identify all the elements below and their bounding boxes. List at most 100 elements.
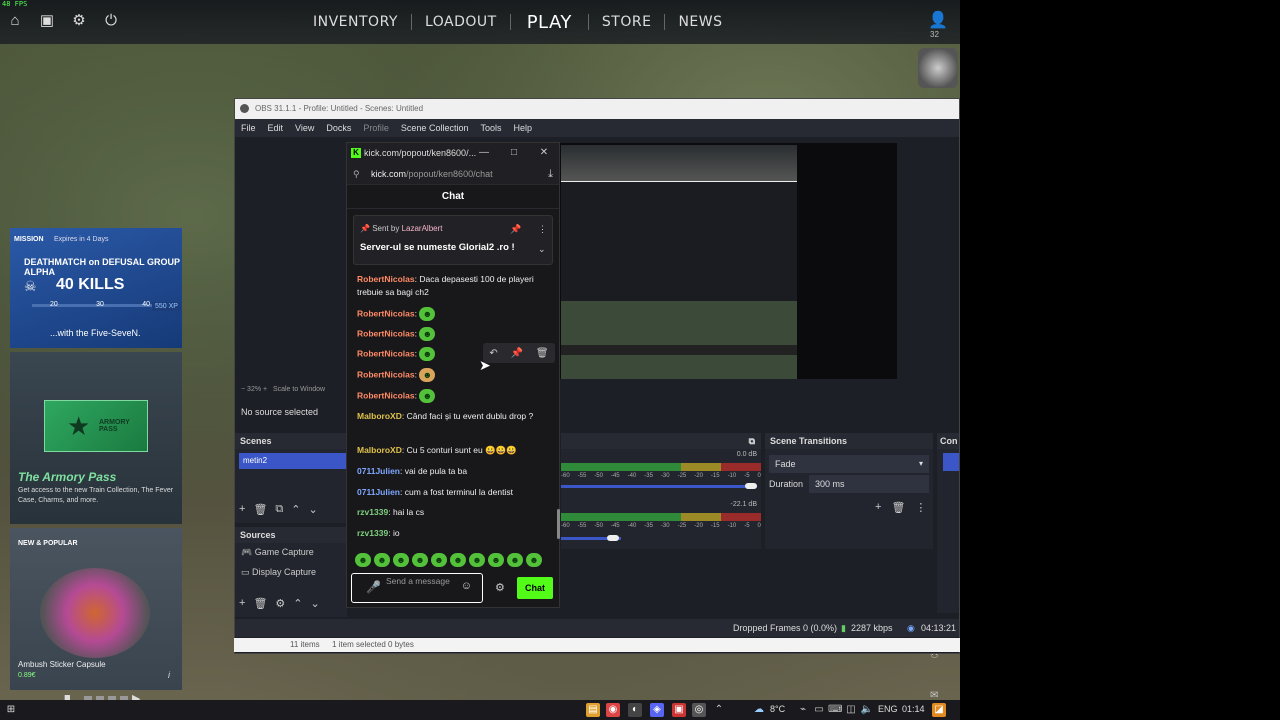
tray-icon[interactable]: ⌁: [796, 703, 810, 717]
trash-icon[interactable]: 🗑: [536, 348, 549, 359]
download-icon[interactable]: ⤓: [548, 163, 553, 185]
chat-input[interactable]: 🎤 Send a message ☺: [351, 573, 483, 603]
nav-loadout[interactable]: LOADOUT: [412, 14, 510, 30]
emote-icon[interactable]: ☻: [355, 553, 371, 567]
chat-message[interactable]: MalboroXD: Cu 5 conturi sunt eu 😀😀😀: [357, 444, 553, 457]
trash-icon[interactable]: 🗑: [253, 597, 267, 610]
chat-username[interactable]: 0711Julien: [357, 487, 400, 497]
source-game-capture[interactable]: 🎮 Game Capture: [241, 547, 314, 558]
close-icon[interactable]: ✕: [537, 143, 551, 163]
chat-settings-icon[interactable]: ⚙: [495, 581, 505, 594]
start-icon[interactable]: ⊞: [4, 703, 18, 717]
up-icon[interactable]: ⌃: [291, 503, 300, 516]
chat-message[interactable]: RobertNicolas: ☻: [357, 368, 553, 382]
menu-docks[interactable]: Docks: [320, 123, 357, 133]
chat-username[interactable]: MalboroXD: [357, 445, 402, 455]
menu-profile[interactable]: Profile: [357, 123, 395, 133]
explorer-icon[interactable]: ▤: [586, 703, 600, 717]
pinned-message[interactable]: 📌 Sent by LazarAlbert 📌 ⋮ Server-ul se n…: [353, 215, 553, 265]
duration-input[interactable]: 300 ms: [809, 475, 929, 493]
chat-username[interactable]: MalboroXD: [357, 411, 402, 421]
sticker-card[interactable]: NEW & POPULAR Ambush Sticker Capsule 0.8…: [10, 528, 182, 690]
chevron-up-icon[interactable]: ⌃: [712, 703, 726, 717]
chat-username[interactable]: RobertNicolas: [357, 390, 415, 400]
obs-titlebar[interactable]: OBS 31.1.1 - Profile: Untitled - Scenes:…: [235, 99, 959, 119]
tray-icon[interactable]: ◫: [844, 703, 858, 717]
down-icon[interactable]: ⌄: [311, 597, 320, 610]
emote-icon[interactable]: ☻: [412, 553, 428, 567]
menu-file[interactable]: File: [235, 123, 262, 133]
friends-icon[interactable]: 👤: [926, 10, 950, 30]
emote-icon[interactable]: ☻: [374, 553, 390, 567]
emote-icon[interactable]: ☻: [526, 553, 542, 567]
volume-slider-1[interactable]: [561, 485, 757, 488]
home-icon[interactable]: ⌂: [6, 12, 24, 30]
emote-icon[interactable]: ☻: [450, 553, 466, 567]
down-icon[interactable]: ⌄: [308, 503, 317, 516]
chat-message[interactable]: 0711Julien: vai de pula ta ba: [357, 465, 553, 478]
network-icon[interactable]: ⌨: [828, 703, 842, 717]
volume-icon[interactable]: 🔈: [860, 703, 874, 717]
chat-scrollbar[interactable]: [557, 509, 560, 539]
scale-mode[interactable]: Scale to Window: [273, 386, 325, 393]
chat-username[interactable]: RobertNicolas: [357, 274, 415, 284]
chat-username[interactable]: rzv1339: [357, 507, 388, 517]
tray-icon[interactable]: ▭: [812, 703, 826, 717]
emote-icon[interactable]: ☻: [488, 553, 504, 567]
emote-icon[interactable]: ☻: [469, 553, 485, 567]
transition-select[interactable]: Fade ▾: [769, 455, 929, 473]
menu-help[interactable]: Help: [507, 123, 538, 133]
chat-message[interactable]: RobertNicolas: ☻: [357, 307, 553, 321]
trash-icon[interactable]: 🗑: [891, 501, 905, 514]
emote-icon[interactable]: ☻: [393, 553, 409, 567]
clock[interactable]: 01:14: [902, 704, 925, 714]
nav-store[interactable]: STORE: [589, 14, 665, 30]
scene-item[interactable]: metin2: [239, 453, 347, 469]
gear-icon[interactable]: ⚙: [70, 12, 88, 30]
language[interactable]: ENG: [878, 704, 898, 714]
pin-icon[interactable]: 📌: [511, 348, 523, 359]
emote-icon[interactable]: ☻: [431, 553, 447, 567]
volume-knob-2[interactable]: [607, 535, 619, 541]
chat-message[interactable]: MalboroXD: Când faci și tu event dublu d…: [357, 410, 553, 423]
chrome-icon[interactable]: ◉: [606, 703, 620, 717]
menu-scene-collection[interactable]: Scene Collection: [395, 123, 475, 133]
send-chat-button[interactable]: Chat: [517, 577, 553, 599]
chat-message[interactable]: rzv1339: hai la cs: [357, 506, 553, 519]
chevron-down-icon[interactable]: ⌄: [538, 244, 546, 255]
maximize-icon[interactable]: □: [507, 143, 521, 163]
chat-username[interactable]: 0711Julien: [357, 466, 400, 476]
chat-message[interactable]: 0711Julien: cum a fost terminul la denti…: [357, 486, 553, 499]
start-streaming-button[interactable]: [943, 453, 959, 471]
obs-taskbar-icon[interactable]: ◎: [692, 703, 706, 717]
notification-icon[interactable]: ◪: [932, 703, 946, 717]
nav-inventory[interactable]: INVENTORY: [300, 14, 411, 30]
nav-play[interactable]: PLAY: [511, 12, 588, 33]
gear-icon[interactable]: ⚙: [275, 597, 285, 610]
chat-message[interactable]: rzv1339: io: [357, 527, 553, 540]
emoji-icon[interactable]: ☺: [461, 580, 472, 592]
volume-knob-1[interactable]: [745, 483, 757, 489]
add-icon[interactable]: +: [875, 501, 881, 514]
add-icon[interactable]: +: [239, 597, 245, 610]
chat-username[interactable]: RobertNicolas: [357, 348, 415, 358]
microphone-icon[interactable]: 🎤: [366, 580, 381, 594]
mission-card[interactable]: MISSION Expires in 4 Days DEATHMATCH on …: [10, 228, 182, 348]
kick-titlebar[interactable]: K kick.com/popout/ken8600/... — □ ✕: [347, 143, 559, 163]
emote-icon[interactable]: ☻: [507, 553, 523, 567]
chat-username[interactable]: RobertNicolas: [357, 328, 415, 338]
chat-username[interactable]: rzv1339: [357, 528, 388, 538]
more-icon[interactable]: ⋮: [538, 224, 547, 235]
add-icon[interactable]: +: [239, 503, 245, 516]
app-icon[interactable]: ◐: [628, 703, 642, 717]
chat-message[interactable]: RobertNicolas: Daca depasesti 100 de pla…: [357, 273, 553, 299]
more-icon[interactable]: ⋮: [915, 501, 926, 514]
nav-news[interactable]: NEWS: [665, 14, 735, 30]
chat-username[interactable]: RobertNicolas: [357, 369, 415, 379]
up-icon[interactable]: ⌃: [293, 597, 302, 610]
chat-message[interactable]: RobertNicolas: ☻: [357, 327, 553, 341]
info-icon[interactable]: i: [168, 670, 170, 680]
menu-edit[interactable]: Edit: [262, 123, 290, 133]
kick-urlbar[interactable]: ⚲ kick.com/popout/ken8600/chat ⤓: [347, 163, 559, 185]
power-icon[interactable]: ⏻: [102, 12, 120, 30]
